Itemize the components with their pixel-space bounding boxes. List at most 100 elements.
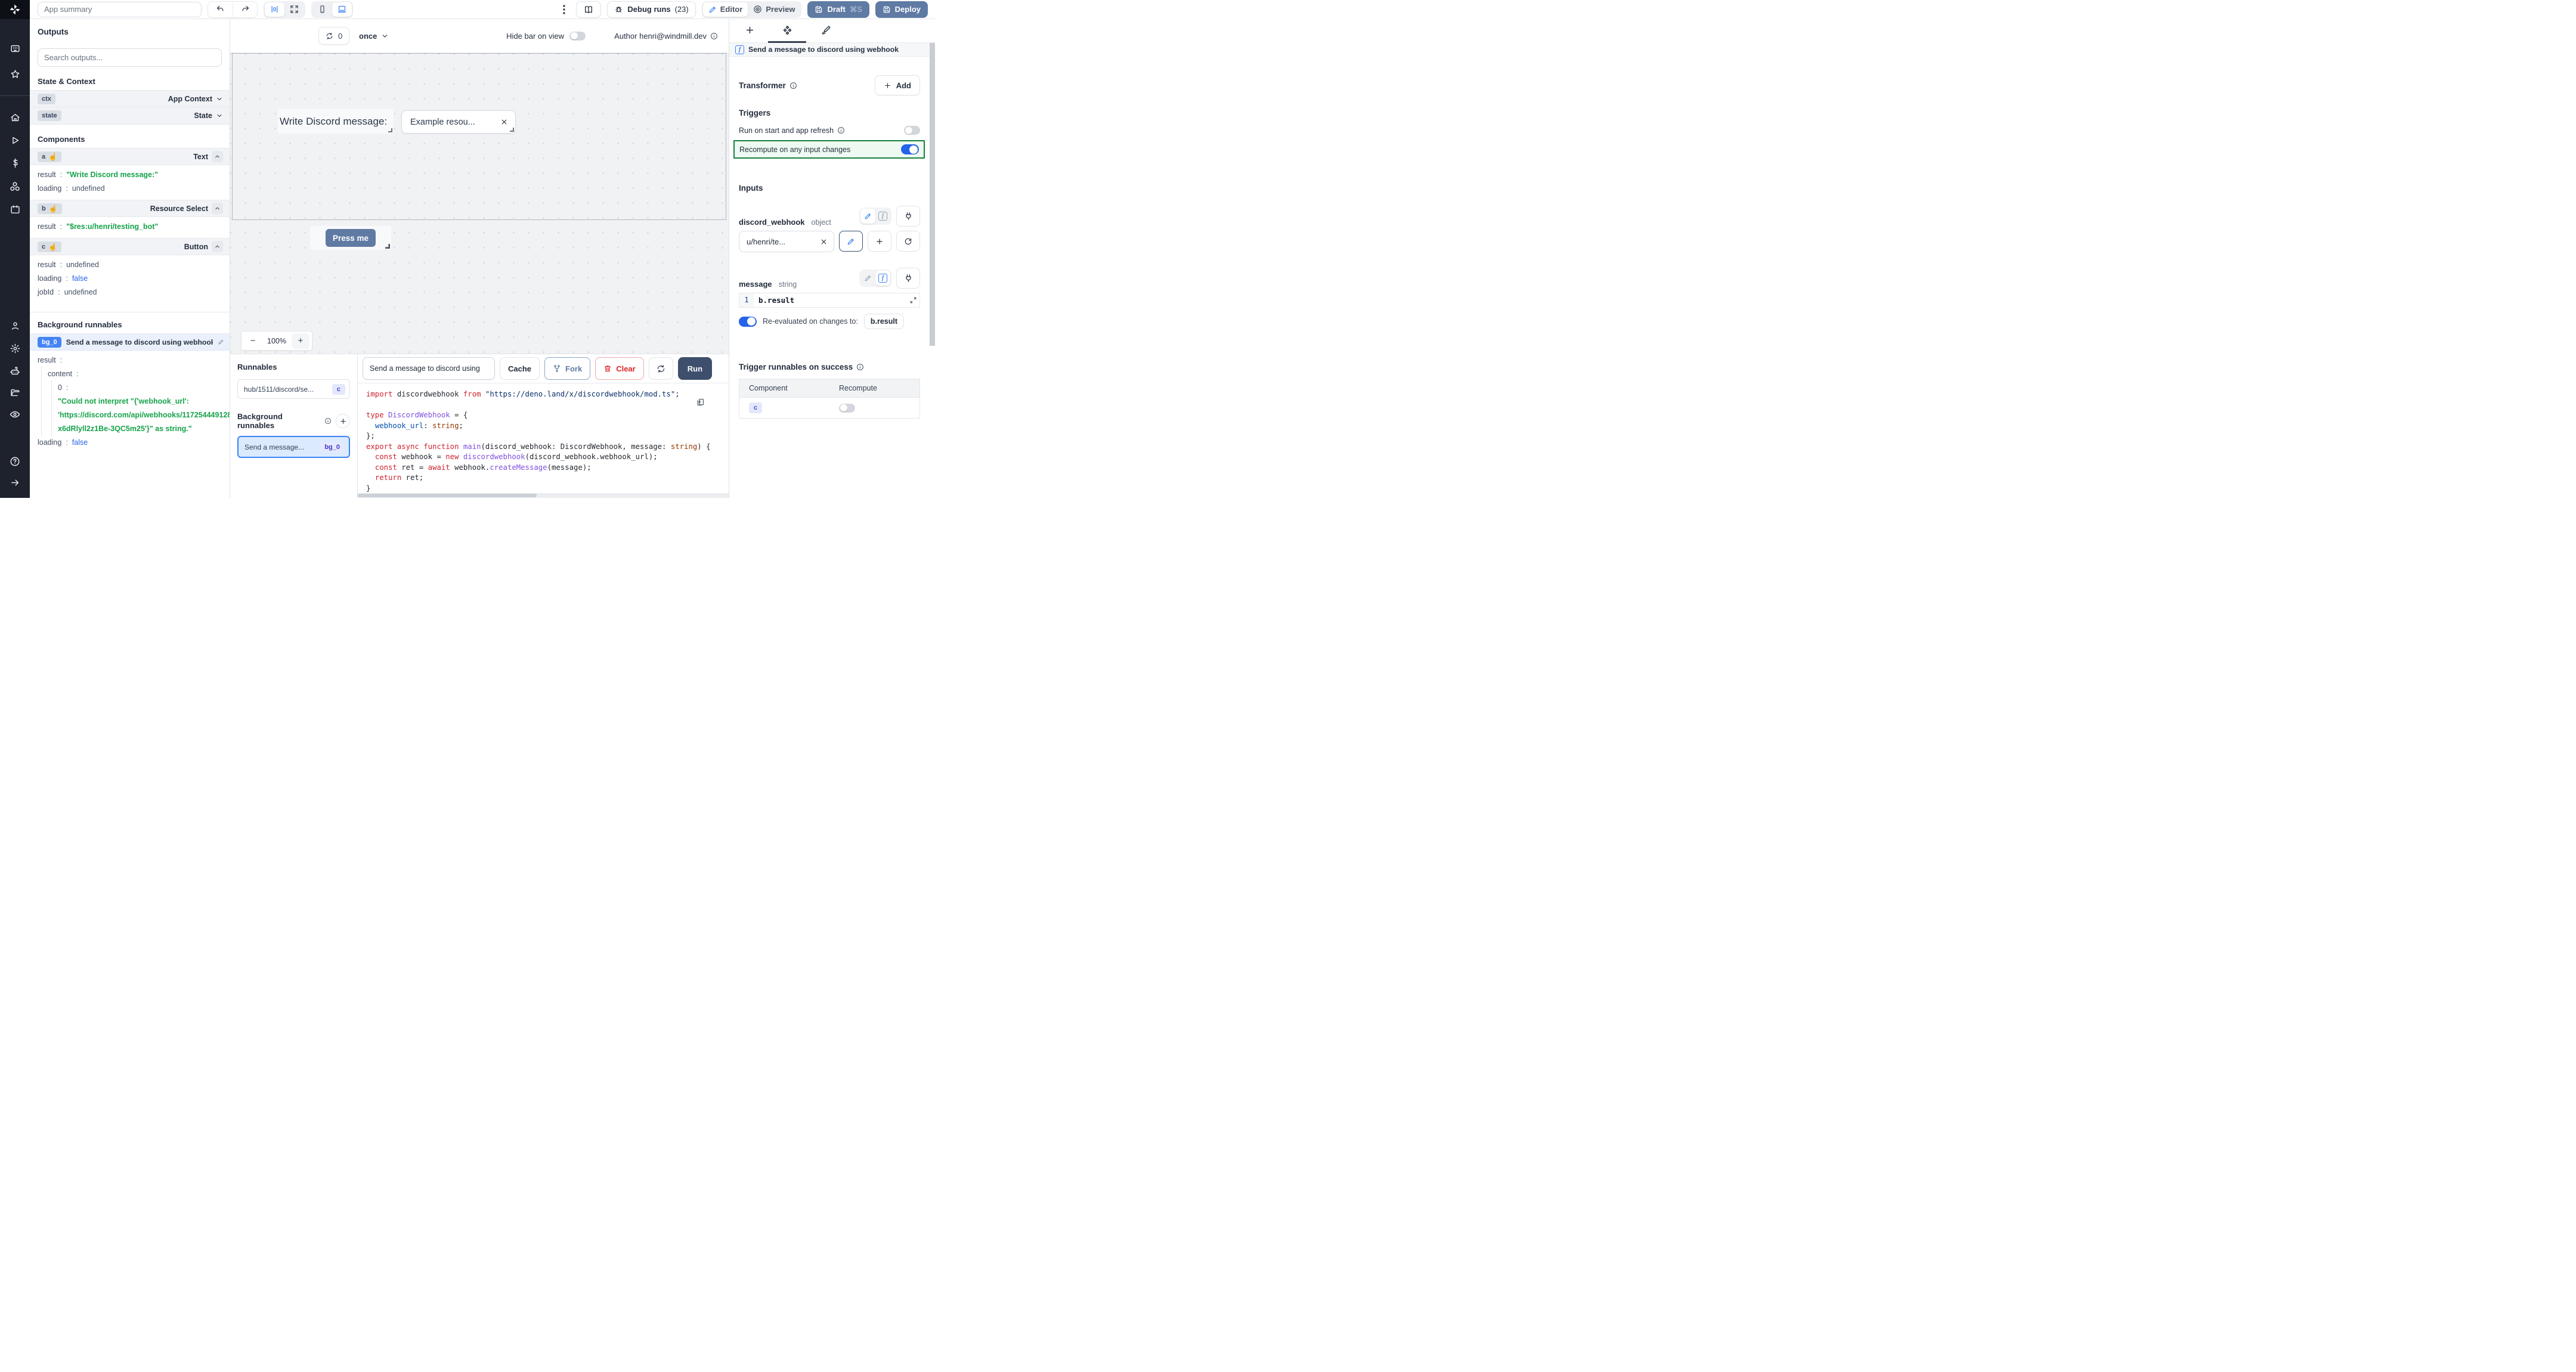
- copy-code-icon[interactable]: [696, 398, 705, 407]
- static-pencil-icon[interactable]: [860, 271, 875, 286]
- button-component[interactable]: Press me: [310, 226, 391, 250]
- ctx-row[interactable]: ctx App Context: [30, 90, 230, 107]
- insert-component-tab-plus-icon[interactable]: [745, 25, 755, 35]
- code-horizontal-scrollbar[interactable]: [358, 493, 729, 498]
- text-component[interactable]: Write Discord message:: [278, 109, 394, 134]
- add-transformer-button[interactable]: Add: [875, 75, 920, 95]
- info-icon[interactable]: [324, 417, 332, 425]
- redo-button[interactable]: [233, 2, 257, 17]
- resize-handle-icon[interactable]: [385, 243, 390, 249]
- recompute-row-toggle[interactable]: [839, 404, 855, 413]
- edit-pencil-icon[interactable]: [218, 339, 224, 345]
- folders-icon[interactable]: [0, 388, 30, 398]
- expand-editor-icon[interactable]: [909, 296, 917, 304]
- clear-button[interactable]: Clear: [595, 357, 644, 380]
- reevaluate-toggle[interactable]: [739, 317, 757, 327]
- component-settings-tab-diamonds-icon[interactable]: [782, 25, 793, 36]
- users-icon[interactable]: [0, 321, 30, 331]
- collapse-chevron-up-icon[interactable]: [212, 241, 223, 252]
- mobile-view-button[interactable]: [312, 2, 332, 17]
- run-on-start-row: Run on start and app refresh: [739, 126, 920, 135]
- center-layout-button[interactable]: [265, 2, 284, 17]
- info-icon[interactable]: [856, 363, 864, 371]
- component-c-row[interactable]: c☝ Button: [30, 238, 230, 255]
- run-on-start-toggle[interactable]: [904, 126, 920, 135]
- schedules-calendar-icon[interactable]: [0, 205, 30, 215]
- collapse-chevron-up-icon[interactable]: [212, 203, 223, 214]
- fork-button[interactable]: Fork: [544, 357, 590, 380]
- code-editor[interactable]: import discordwebhook from "https://deno…: [358, 383, 729, 498]
- audit-eye-icon[interactable]: [0, 409, 30, 420]
- resource-select-component[interactable]: Example resou...: [401, 110, 516, 134]
- state-row[interactable]: state State: [30, 107, 230, 125]
- connect-plug-icon[interactable]: [896, 268, 920, 289]
- clear-x-icon[interactable]: [500, 118, 508, 126]
- chevron-down-icon[interactable]: [216, 112, 223, 119]
- create-resource-plus-button[interactable]: [868, 231, 891, 252]
- docs-button[interactable]: [576, 1, 601, 18]
- styling-tab-paintbrush-icon[interactable]: [821, 25, 831, 35]
- zoom-out-button[interactable]: −: [244, 333, 262, 349]
- refresh-resource-button[interactable]: [896, 231, 920, 252]
- debug-runs-button[interactable]: Debug runs (23): [607, 1, 695, 18]
- collapse-chevron-up-icon[interactable]: [212, 151, 223, 162]
- run-button[interactable]: Run: [678, 357, 712, 380]
- resize-handle-icon[interactable]: [509, 127, 514, 132]
- home-icon[interactable]: [0, 113, 30, 123]
- resource-select-input[interactable]: Example resou...: [401, 110, 516, 134]
- windmill-logo[interactable]: [0, 0, 30, 19]
- reevaluate-target-chip[interactable]: b.result: [864, 314, 904, 329]
- desktop-view-button[interactable]: [332, 2, 352, 17]
- tab-preview[interactable]: Preview: [748, 2, 800, 17]
- connect-plug-icon[interactable]: [896, 206, 920, 227]
- settings-gear-icon[interactable]: [0, 343, 30, 354]
- recompute-toggle[interactable]: [901, 144, 919, 154]
- bg0-row[interactable]: bg_0 Send a message to discord using web…: [30, 333, 230, 351]
- eval-function-icon[interactable]: f: [875, 271, 890, 286]
- more-options-kebab-icon[interactable]: [558, 5, 570, 14]
- refresh-script-button[interactable]: [649, 357, 673, 380]
- fullwidth-layout-button[interactable]: [284, 2, 304, 17]
- resize-handle-icon[interactable]: [388, 128, 392, 132]
- message-expression-editor[interactable]: 1 b.result: [739, 293, 920, 308]
- info-icon[interactable]: [710, 32, 718, 40]
- info-icon[interactable]: [837, 126, 845, 134]
- cache-button[interactable]: Cache: [500, 357, 540, 380]
- interval-select[interactable]: once: [359, 27, 389, 45]
- press-me-button[interactable]: Press me: [326, 229, 376, 247]
- hub-runnable-item[interactable]: hub/1511/discord/se... c: [237, 379, 350, 399]
- draft-button[interactable]: Draft ⌘S: [807, 1, 869, 18]
- runs-play-icon[interactable]: [0, 135, 30, 145]
- chevron-down-icon[interactable]: [216, 95, 223, 103]
- tab-editor[interactable]: Editor: [703, 2, 748, 17]
- component-b-row[interactable]: b☝ Resource Select: [30, 200, 230, 217]
- help-icon[interactable]: [0, 456, 30, 467]
- resource-picker[interactable]: u/henri/te...: [739, 231, 834, 252]
- chevron-down-icon: [381, 32, 389, 40]
- workspace-icon[interactable]: [0, 44, 30, 54]
- app-summary-input[interactable]: [38, 2, 202, 17]
- component-a-row[interactable]: a☝ Text: [30, 148, 230, 165]
- zoom-in-button[interactable]: +: [292, 333, 309, 349]
- clear-x-icon[interactable]: [820, 238, 828, 246]
- eval-function-icon[interactable]: f: [875, 209, 890, 224]
- search-outputs-input[interactable]: [44, 53, 215, 62]
- collapse-sidebar-arrow-icon[interactable]: [0, 478, 30, 488]
- favorites-star-icon[interactable]: [0, 69, 30, 79]
- script-title-input[interactable]: Send a message to discord using: [363, 357, 495, 380]
- add-background-runnable-button[interactable]: [336, 414, 350, 428]
- app-canvas[interactable]: Write Discord message: Example resou... …: [230, 52, 729, 354]
- resources-cubes-icon[interactable]: [0, 181, 30, 192]
- hide-bar-toggle[interactable]: [569, 32, 586, 41]
- static-pencil-icon[interactable]: [860, 209, 875, 224]
- variables-dollar-icon[interactable]: [0, 158, 30, 168]
- deploy-button[interactable]: Deploy: [875, 1, 928, 18]
- refresh-count-button[interactable]: 0: [318, 27, 349, 45]
- bg0-runnable-item-selected[interactable]: Send a message... bg_0: [237, 436, 350, 458]
- workers-robot-icon[interactable]: [0, 366, 30, 377]
- info-icon[interactable]: [789, 82, 797, 89]
- undo-button[interactable]: [208, 2, 233, 17]
- inspector-scrollbar[interactable]: [930, 43, 935, 346]
- output-value: undefined: [64, 286, 97, 299]
- edit-resource-pencil-button[interactable]: [839, 231, 863, 252]
